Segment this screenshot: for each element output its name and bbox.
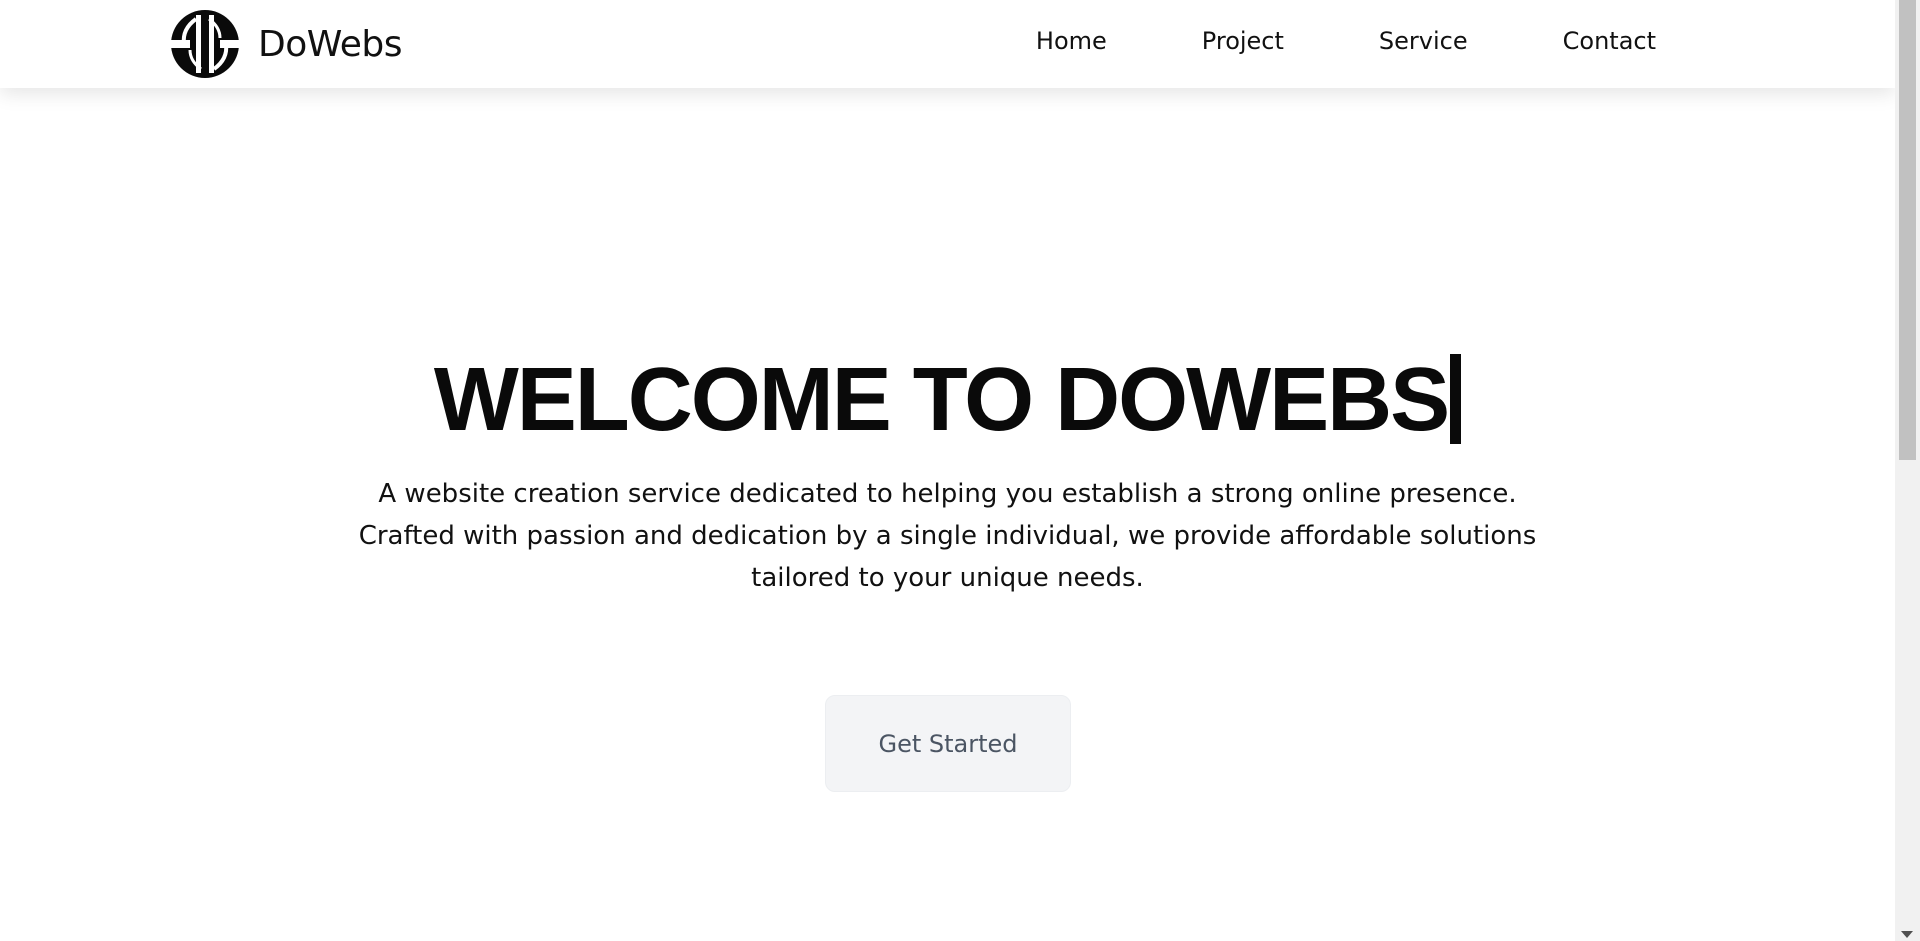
typing-caret [1450,354,1462,444]
nav-item-service[interactable]: Service [1379,27,1468,55]
scroll-down-arrow-icon[interactable] [1901,931,1913,938]
hero-description-line: Crafted with passion and dedication by a… [358,521,1537,551]
brand-name: DoWebs [258,23,403,65]
brand[interactable]: DoWebs [166,6,403,82]
nav-item-project[interactable]: Project [1202,27,1284,55]
get-started-button[interactable]: Get Started [825,695,1071,792]
viewport: DoWebs Home Project Service Contact WELC… [0,0,1895,941]
hero-section: WELCOME TO DOWEBS A website creation ser… [0,88,1895,941]
nav-item-contact[interactable]: Contact [1563,27,1656,55]
vertical-scrollbar[interactable] [1895,0,1920,941]
hero-description: A website creation service dedicated to … [320,473,1575,599]
hero-title: WELCOME TO DOWEBS [0,350,1895,450]
site-header: DoWebs Home Project Service Contact [0,0,1895,88]
hero-description-line: A website creation service dedicated to … [378,479,1517,509]
dowebs-logo-icon [166,10,244,78]
nav-item-home[interactable]: Home [1036,27,1107,55]
page: DoWebs Home Project Service Contact WELC… [0,0,1920,941]
hero-description-line: tailored to your unique needs. [751,563,1144,593]
main-nav: Home Project Service Contact [1036,0,1656,82]
hero-title-text: WELCOME TO DOWEBS [433,350,1450,450]
scrollbar-thumb[interactable] [1899,0,1916,460]
